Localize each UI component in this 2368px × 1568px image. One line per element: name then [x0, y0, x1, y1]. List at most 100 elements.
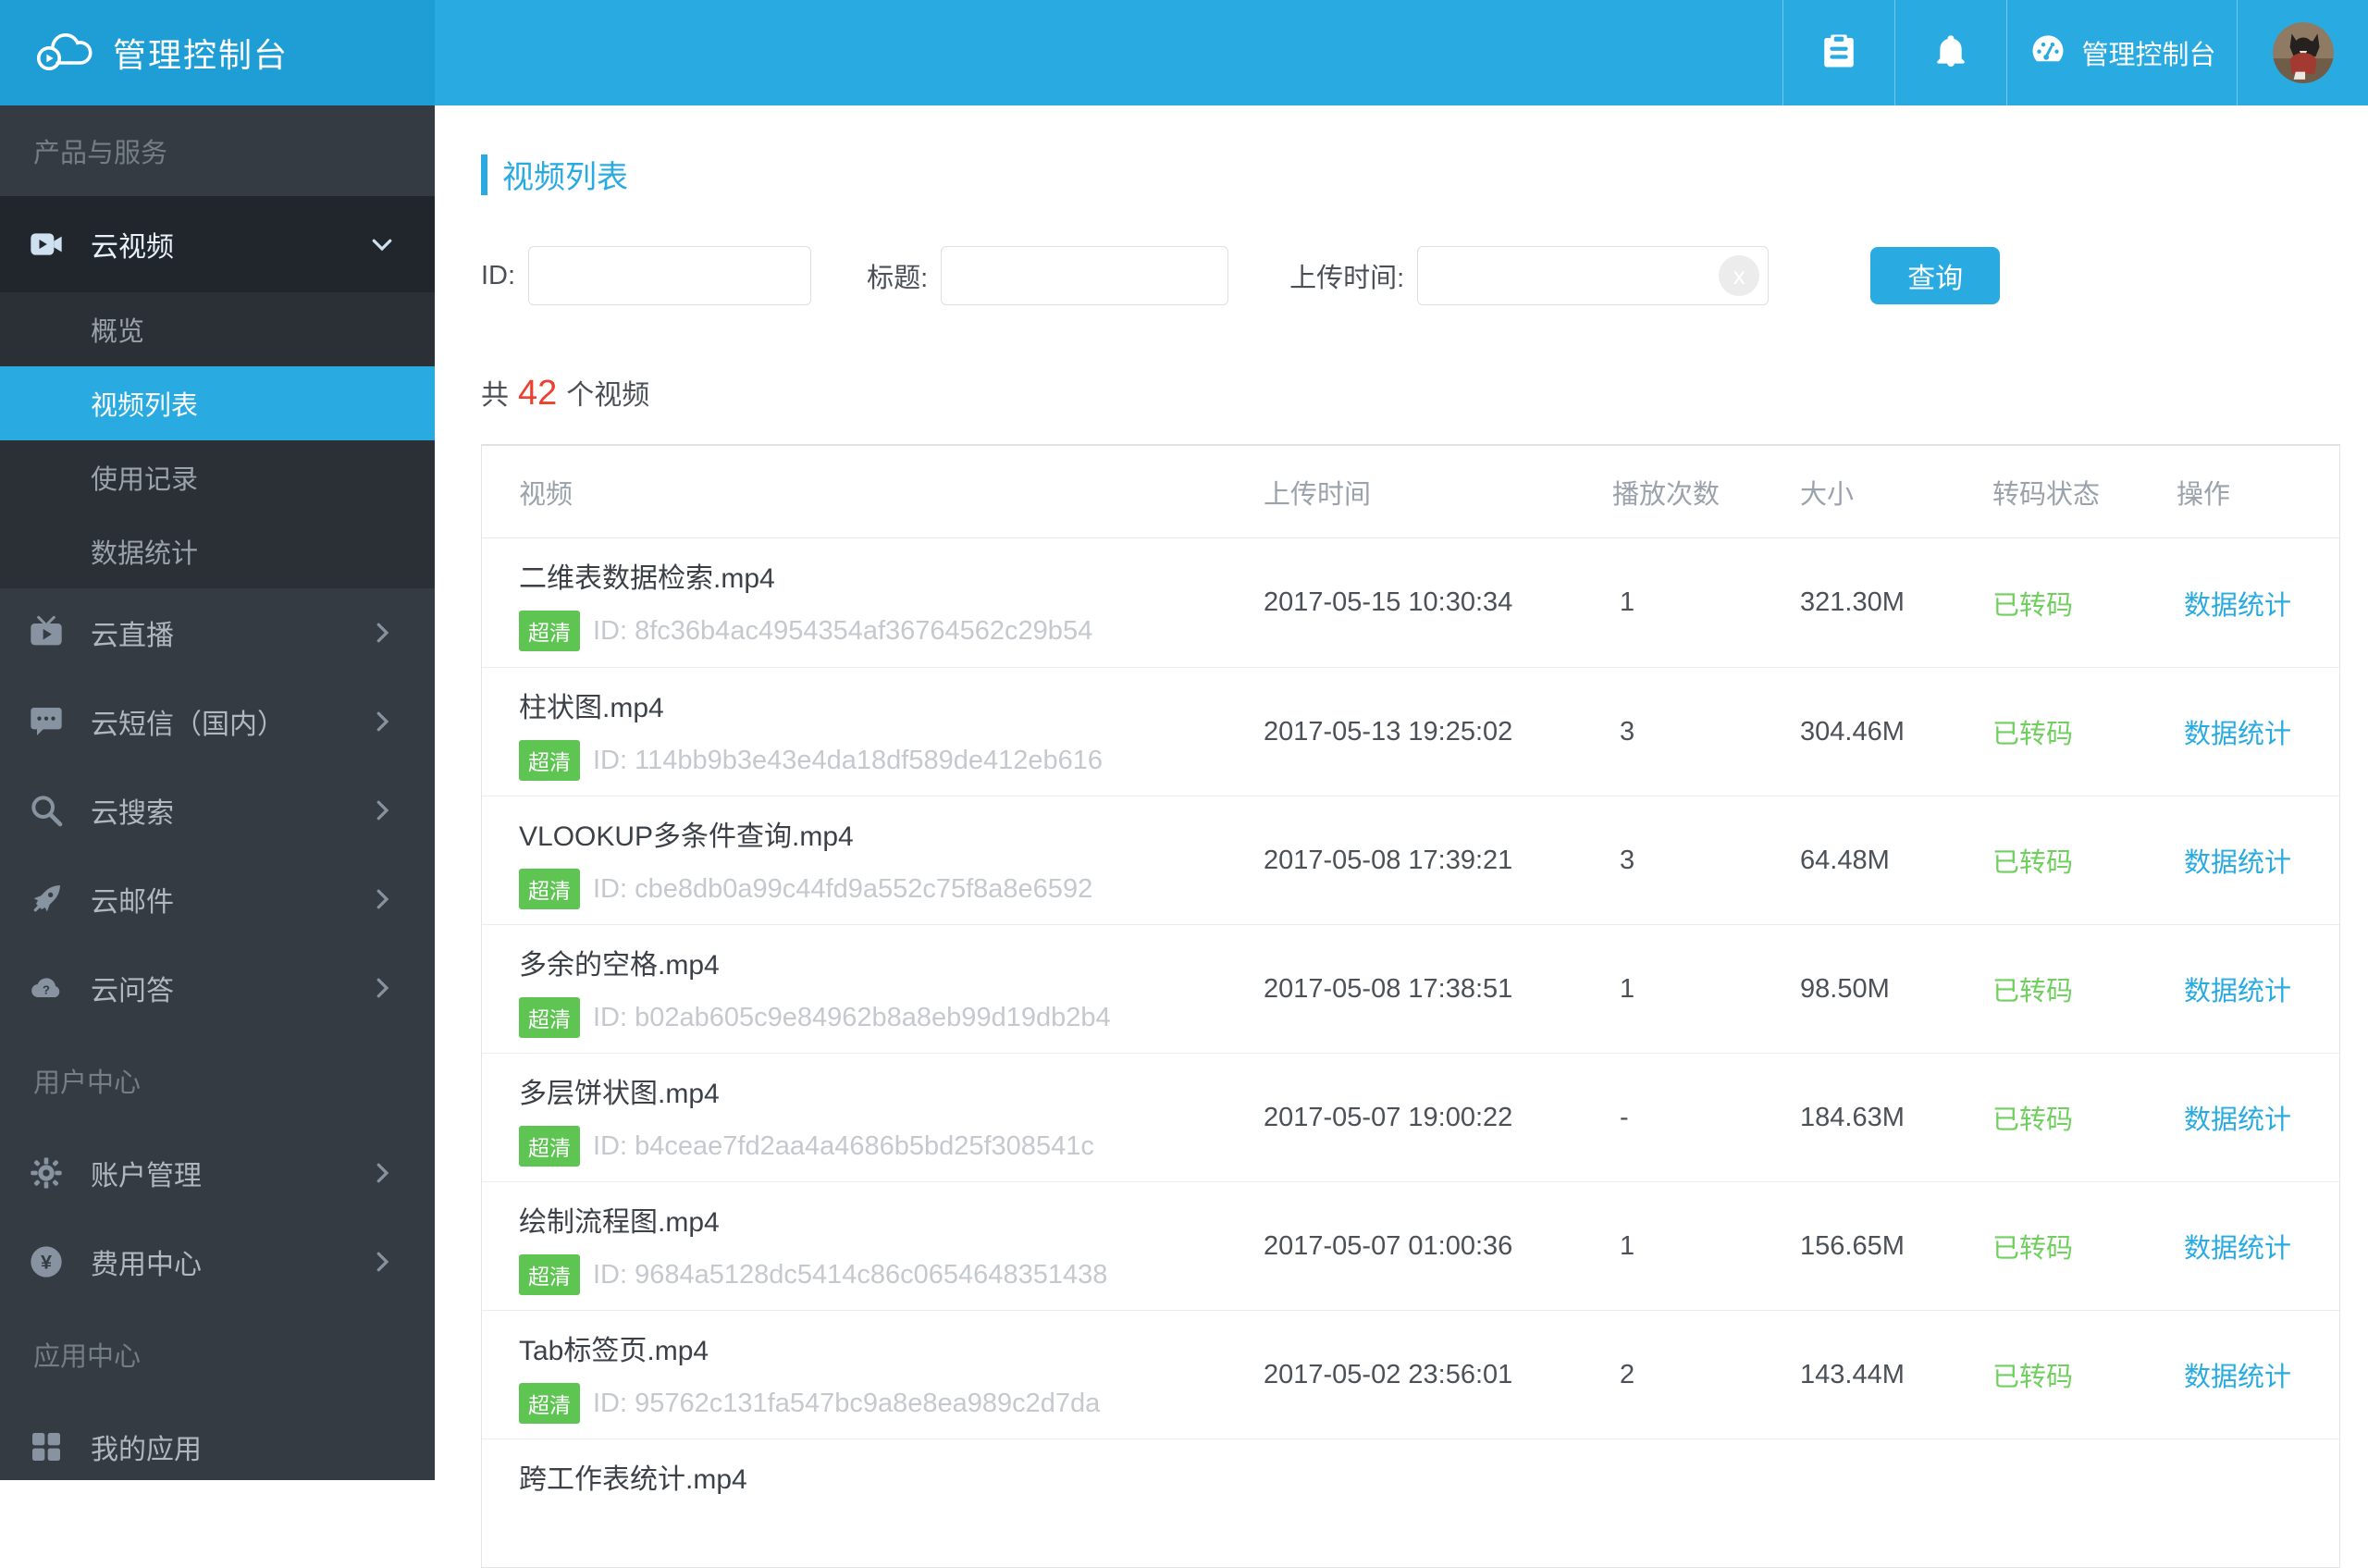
count-number: 42	[518, 374, 558, 413]
main-content: 视频列表 ID: 标题: 上传时间: x 查询 共 42 个视频 视频 上传时间…	[435, 105, 2368, 1568]
table-row: VLOOKUP多条件查询.mp4 超清 ID: cbe8db0a99c44fd9…	[482, 796, 2339, 924]
play-count-cell: 1	[1620, 973, 1635, 1004]
sidebar-item-cloud-live[interactable]: 云直播	[0, 588, 435, 677]
top-bar: 管理控制台 管理控制台	[0, 0, 2368, 105]
video-id: ID: b02ab605c9e84962b8a8eb99d19db2b4	[593, 1002, 1111, 1032]
avatar	[2272, 22, 2334, 83]
sidebar-item-cloud-qa[interactable]: ? 云问答	[0, 944, 435, 1032]
sidebar-item-overview[interactable]: 概览	[0, 292, 435, 366]
file-size-cell: 184.63M	[1800, 1102, 1905, 1132]
action-cell: 数据统计	[2177, 1098, 2339, 1137]
sidebar-item-billing[interactable]: ¥ 费用中心	[0, 1217, 435, 1306]
upload-time-input[interactable]	[1417, 246, 1770, 305]
search-button[interactable]: 查询	[1870, 247, 2001, 304]
table-row: 柱状图.mp4 超清 ID: 114bb9b3e43e4da18df589de4…	[482, 667, 2339, 796]
sidebar-item-cloud-video[interactable]: 云视频	[0, 196, 435, 292]
upload-time-cell: 2017-05-08 17:39:21	[1264, 845, 1513, 875]
quality-badge: 超清	[519, 611, 580, 651]
video-cell: Tab标签页.mp4 超清 ID: 95762c131fa547bc9a8e8e…	[482, 1311, 1264, 1438]
video-title: VLOOKUP多条件查询.mp4	[519, 821, 854, 852]
sidebar-item-cloud-search[interactable]: 云搜索	[0, 766, 435, 855]
id-filter-input[interactable]	[528, 246, 812, 305]
dashboard-icon	[2028, 29, 2068, 77]
table-row: 二维表数据检索.mp4 超清 ID: 8fc36b4ac4954354af367…	[482, 538, 2339, 667]
video-meta: 超清 ID: 8fc36b4ac4954354af36764562c29b54	[519, 611, 1264, 651]
stats-link[interactable]: 数据统计	[2184, 1363, 2291, 1392]
table-header: 视频 上传时间 播放次数 大小 转码状态 操作	[482, 446, 2339, 538]
transcode-status: 已转码	[1992, 1234, 2074, 1264]
user-menu[interactable]	[2237, 0, 2368, 105]
stats-link[interactable]: 数据统计	[2184, 1234, 2291, 1264]
yen-circle-icon: ¥	[28, 1243, 65, 1280]
bell-icon	[1932, 32, 1969, 74]
sidebar-section-products: 产品与服务	[33, 139, 168, 168]
live-tv-icon	[28, 614, 65, 651]
file-size-cell: 304.46M	[1800, 716, 1905, 747]
play-count-cell: 2	[1620, 1359, 1635, 1389]
table-row: 绘制流程图.mp4 超清 ID: 9684a5128dc5414c86c0654…	[482, 1181, 2339, 1310]
sidebar-item-video-list[interactable]: 视频列表	[0, 366, 435, 440]
chevron-right-icon	[368, 885, 396, 913]
action-cell: 数据统计	[2177, 969, 2339, 1008]
video-cell: 二维表数据检索.mp4 超清 ID: 8fc36b4ac4954354af367…	[482, 538, 1264, 667]
clipboard-icon	[1819, 31, 1858, 75]
stats-link[interactable]: 数据统计	[2184, 977, 2291, 1006]
date-picker-wrap: x	[1417, 246, 1770, 305]
video-meta: 超清 ID: cbe8db0a99c44fd9a552c75f8a8e6592	[519, 869, 1264, 909]
sidebar-item-cloud-mail[interactable]: 云邮件	[0, 855, 435, 944]
video-title: Tab标签页.mp4	[519, 1336, 709, 1366]
table-row: 跨工作表统计.mp4	[482, 1438, 2339, 1567]
play-count-cell: 3	[1620, 716, 1635, 747]
play-count-cell: 1	[1620, 1230, 1635, 1261]
rocket-icon	[28, 881, 65, 918]
table-row: 多余的空格.mp4 超清 ID: b02ab605c9e84962b8a8eb9…	[482, 924, 2339, 1053]
tasks-button[interactable]	[1782, 0, 1894, 105]
chevron-right-icon	[368, 708, 396, 735]
sidebar-item-my-apps[interactable]: 我的应用	[0, 1402, 435, 1491]
stats-link[interactable]: 数据统计	[2184, 848, 2291, 878]
console-nav-button[interactable]: 管理控制台	[2006, 0, 2237, 105]
video-id: ID: b4ceae7fd2aa4a4686b5bd25f308541c	[593, 1130, 1094, 1161]
title-filter-input[interactable]	[941, 246, 1229, 305]
stats-link[interactable]: 数据统计	[2184, 720, 2291, 749]
table-row: Tab标签页.mp4 超清 ID: 95762c131fa547bc9a8e8e…	[482, 1310, 2339, 1438]
video-cell: 多余的空格.mp4 超清 ID: b02ab605c9e84962b8a8eb9…	[482, 925, 1264, 1053]
sidebar-item-usage-records[interactable]: 使用记录	[0, 440, 435, 514]
video-title: 跨工作表统计.mp4	[519, 1464, 747, 1495]
transcode-status: 已转码	[1992, 590, 2074, 621]
action-cell: 数据统计	[2177, 584, 2339, 623]
upload-time-cell: 2017-05-02 23:56:01	[1264, 1359, 1513, 1389]
sidebar-item-label: 云视频	[91, 232, 174, 263]
video-title: 二维表数据检索.mp4	[519, 563, 775, 594]
video-cell: 柱状图.mp4 超清 ID: 114bb9b3e43e4da18df589de4…	[482, 668, 1264, 796]
upload-time-cell: 2017-05-08 17:38:51	[1264, 973, 1513, 1004]
col-header-action: 操作	[2177, 479, 2231, 510]
search-icon	[28, 792, 65, 829]
upload-time-cell: 2017-05-15 10:30:34	[1264, 587, 1513, 617]
col-header-video: 视频	[519, 479, 574, 510]
notifications-button[interactable]	[1894, 0, 2006, 105]
clear-date-button[interactable]: x	[1719, 255, 1760, 296]
sidebar-item-cloud-sms[interactable]: 云短信（国内）	[0, 677, 435, 766]
transcode-status: 已转码	[1992, 720, 2074, 749]
transcode-status: 已转码	[1992, 977, 2074, 1006]
stats-link[interactable]: 数据统计	[2184, 1105, 2291, 1135]
action-cell: 数据统计	[2177, 712, 2339, 751]
sidebar-item-account[interactable]: 账户管理	[0, 1129, 435, 1217]
sidebar-item-data-stats[interactable]: 数据统计	[0, 514, 435, 588]
sidebar: 产品与服务 云视频 概览 视频列表 使用记录 数据统计 云直播 云短信（国内） …	[0, 105, 435, 1480]
logo-area[interactable]: 管理控制台	[0, 0, 435, 105]
video-id: ID: 8fc36b4ac4954354af36764562c29b54	[593, 615, 1093, 646]
chevron-right-icon	[368, 619, 396, 647]
col-header-plays: 播放次数	[1612, 479, 1720, 510]
quality-badge: 超清	[519, 997, 580, 1038]
file-size-cell: 321.30M	[1800, 587, 1905, 617]
video-cell: 多层饼状图.mp4 超清 ID: b4ceae7fd2aa4a4686b5bd2…	[482, 1054, 1264, 1181]
stats-link[interactable]: 数据统计	[2184, 591, 2291, 621]
table-body: 二维表数据检索.mp4 超清 ID: 8fc36b4ac4954354af367…	[482, 538, 2339, 1567]
video-meta: 超清 ID: 114bb9b3e43e4da18df589de412eb616	[519, 740, 1264, 781]
topbar-right: 管理控制台	[1782, 0, 2368, 105]
video-cell: VLOOKUP多条件查询.mp4 超清 ID: cbe8db0a99c44fd9…	[482, 796, 1264, 924]
video-title: 柱状图.mp4	[519, 693, 664, 723]
video-title: 多层饼状图.mp4	[519, 1079, 720, 1109]
